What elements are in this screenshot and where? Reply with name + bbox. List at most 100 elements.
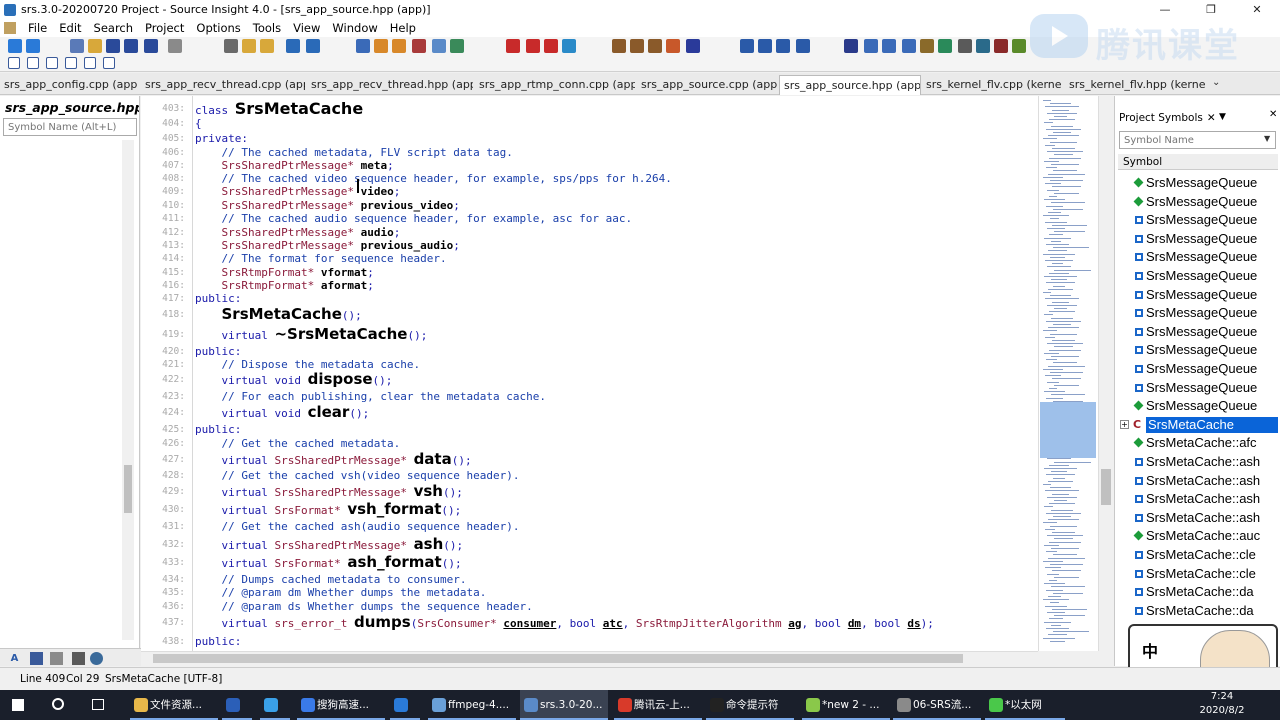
symbol-list-item[interactable]: SrsMessageQueue <box>1115 286 1280 304</box>
symbol-list-item[interactable]: + C SrsMetaCache <box>1115 416 1280 434</box>
menu-edit[interactable]: Edit <box>53 19 87 37</box>
project-symbols-tab[interactable]: Project Symbols ✕ <box>1119 112 1216 128</box>
bookmark-list-icon[interactable] <box>562 39 576 53</box>
symbol-column-header[interactable]: Symbol <box>1118 154 1278 170</box>
code-line[interactable]: 413: SrsSharedPtrMessage* previous_audio… <box>141 239 1038 252</box>
menu-help[interactable]: Help <box>384 19 422 37</box>
code-line[interactable]: 408: // The cached video sequence header… <box>141 172 1038 185</box>
sync-icon[interactable] <box>844 39 858 53</box>
layout-4-icon[interactable] <box>796 39 810 53</box>
tab-srs-kernel-flv-hpp[interactable]: srs_kernel_flv.hpp (kernel) <box>1065 75 1205 95</box>
graph-icon[interactable] <box>882 39 896 53</box>
system-clock[interactable]: 7:24 2020/8/2 <box>1192 690 1252 718</box>
symbol-list-item[interactable]: SrsMessageQueue <box>1115 379 1280 397</box>
chevron-down-icon[interactable]: ⌄ <box>1212 77 1220 88</box>
code-editor[interactable]: 403: class SrsMetaCache 404:{405: private: 4… <box>141 96 1038 651</box>
code-line[interactable]: 426: // Get the cached metadata. <box>141 437 1038 450</box>
extra-icon[interactable] <box>1012 39 1026 53</box>
menu-search[interactable]: Search <box>88 19 140 37</box>
code-line[interactable]: 419: virtual ~SrsMetaCache(); <box>141 327 1038 343</box>
taskbar-app[interactable]: 06-SRS流... <box>893 690 981 720</box>
expand-icon[interactable]: + <box>1120 419 1129 429</box>
jump-icon[interactable] <box>686 39 700 53</box>
format-e-icon[interactable] <box>84 57 96 69</box>
task-view-button[interactable] <box>90 690 110 720</box>
search-files-icon[interactable] <box>432 39 446 53</box>
list-icon[interactable] <box>30 652 43 665</box>
code-line[interactable]: 407: SrsSharedPtrMessage* meta; <box>141 159 1038 172</box>
symbol-list-item[interactable]: SrsMessageQueue <box>1115 248 1280 266</box>
tree-scrollbar[interactable] <box>122 140 134 640</box>
symbol-list-item[interactable]: SrsMessageQueue <box>1115 193 1280 211</box>
bookmark-next-icon[interactable] <box>526 39 540 53</box>
taskbar-app[interactable] <box>222 690 252 720</box>
tab-srs-app-config-cpp[interactable]: srs_app_config.cpp (app) <box>0 75 138 95</box>
context-window-icon[interactable] <box>666 39 680 53</box>
taskbar-app[interactable]: 命令提示符 <box>706 690 794 720</box>
symbol-list-item[interactable]: SrsMessageQueue <box>1115 341 1280 359</box>
code-line[interactable]: 420: public: <box>141 345 1038 358</box>
code-line[interactable]: 418: SrsMetaCache(); <box>141 307 1038 323</box>
clip-icon[interactable] <box>920 39 934 53</box>
symbol-list-item[interactable]: SrsMetaCache::ash <box>1115 472 1280 490</box>
symbol-list-item[interactable]: SrsMetaCache::da <box>1115 602 1280 620</box>
symbol-list-item[interactable]: SrsMessageQueue <box>1115 267 1280 285</box>
symbol-window-icon[interactable] <box>612 39 626 53</box>
editor-horizontal-scrollbar[interactable] <box>141 651 1038 664</box>
home-icon[interactable] <box>976 39 990 53</box>
code-line[interactable]: 416: SrsRtmpFormat* aformat; <box>141 279 1038 292</box>
symbol-list-item[interactable]: SrsMessageQueue <box>1115 211 1280 229</box>
menu-tools[interactable]: Tools <box>247 19 287 37</box>
scroll-thumb[interactable] <box>1101 469 1111 505</box>
tab-srs-app-recv-thread-hpp[interactable]: srs_app_recv_thread.hpp (app) <box>307 75 473 95</box>
taskbar-app[interactable]: *以太网 <box>985 690 1065 720</box>
code-line[interactable]: 434: // Dumps cached metadata to consume… <box>141 573 1038 586</box>
code-minimap[interactable] <box>1038 96 1098 651</box>
symbol-list-item[interactable]: SrsMetaCache::da <box>1115 583 1280 601</box>
code-line[interactable]: 404: { <box>141 117 1038 130</box>
code-line[interactable]: 424: virtual void clear(); <box>141 405 1038 421</box>
code-line[interactable]: 406: // The cached metadata, FLV script … <box>141 146 1038 159</box>
menu-view[interactable]: View <box>287 19 326 37</box>
bookmark-prev-icon[interactable] <box>544 39 558 53</box>
code-line[interactable]: 405: private: <box>141 132 1038 145</box>
taskbar-app[interactable]: 腾讯云-上... <box>614 690 702 720</box>
code-line[interactable]: 437: virtual srs_error_t dumps(SrsConsum… <box>141 615 1038 631</box>
zoom-icon[interactable] <box>864 39 878 53</box>
print-icon[interactable] <box>168 39 182 53</box>
bird-icon[interactable] <box>994 39 1008 53</box>
project-symbol-search-input[interactable] <box>1119 131 1276 149</box>
undo-icon[interactable] <box>286 39 300 53</box>
open-folder-icon[interactable] <box>88 39 102 53</box>
close-file-icon[interactable] <box>144 39 158 53</box>
code-line[interactable]: 423: // For each publishing, clear the m… <box>141 390 1038 403</box>
chevron-down-icon[interactable]: ▼ <box>1219 112 1226 122</box>
layout-2-icon[interactable] <box>758 39 772 53</box>
scroll-thumb[interactable] <box>124 465 132 513</box>
browse-icon[interactable] <box>902 39 916 53</box>
settings-icon[interactable] <box>958 39 972 53</box>
symbol-list-item[interactable]: SrsMessageQueue <box>1115 360 1280 378</box>
symbol-list-item[interactable]: SrsMessageQueue <box>1115 230 1280 248</box>
code-line[interactable]: 428: // Get the cached vsh(video sequenc… <box>141 469 1038 482</box>
format-b-icon[interactable] <box>27 57 39 69</box>
close-icon[interactable]: ✕ <box>1207 112 1216 124</box>
symbol-list-item[interactable]: SrsMessageQueue <box>1115 397 1280 415</box>
symbol-list-item[interactable]: SrsMessageQueue <box>1115 304 1280 322</box>
symbol-list-item[interactable]: SrsMetaCache::auc <box>1115 527 1280 545</box>
project-window-icon[interactable] <box>630 39 644 53</box>
symbol-list-item[interactable]: SrsMetaCache::afc <box>1115 434 1280 452</box>
forward-arrow-icon[interactable] <box>26 39 40 53</box>
tab-srs-app-source-cpp[interactable]: srs_app_source.cpp (app) <box>637 75 777 95</box>
tab-srs-app-source-hpp[interactable]: srs_app_source.hpp (app)✕ <box>779 75 921 95</box>
symbol-list-item[interactable]: SrsMetaCache::ash <box>1115 490 1280 508</box>
cut-icon[interactable] <box>224 39 238 53</box>
scroll-thumb[interactable] <box>153 654 963 663</box>
save-all-icon[interactable] <box>124 39 138 53</box>
code-line[interactable]: 432: virtual SrsSharedPtrMessage* ash(); <box>141 537 1038 553</box>
code-line[interactable]: 435: // @param dm Whether dumps the meta… <box>141 586 1038 599</box>
symbol-list-item[interactable]: SrsMessageQueue <box>1115 323 1280 341</box>
filter-icon[interactable] <box>50 652 63 665</box>
taskbar-app[interactable]: *new 2 - ... <box>802 690 890 720</box>
find-prev-icon[interactable] <box>392 39 406 53</box>
